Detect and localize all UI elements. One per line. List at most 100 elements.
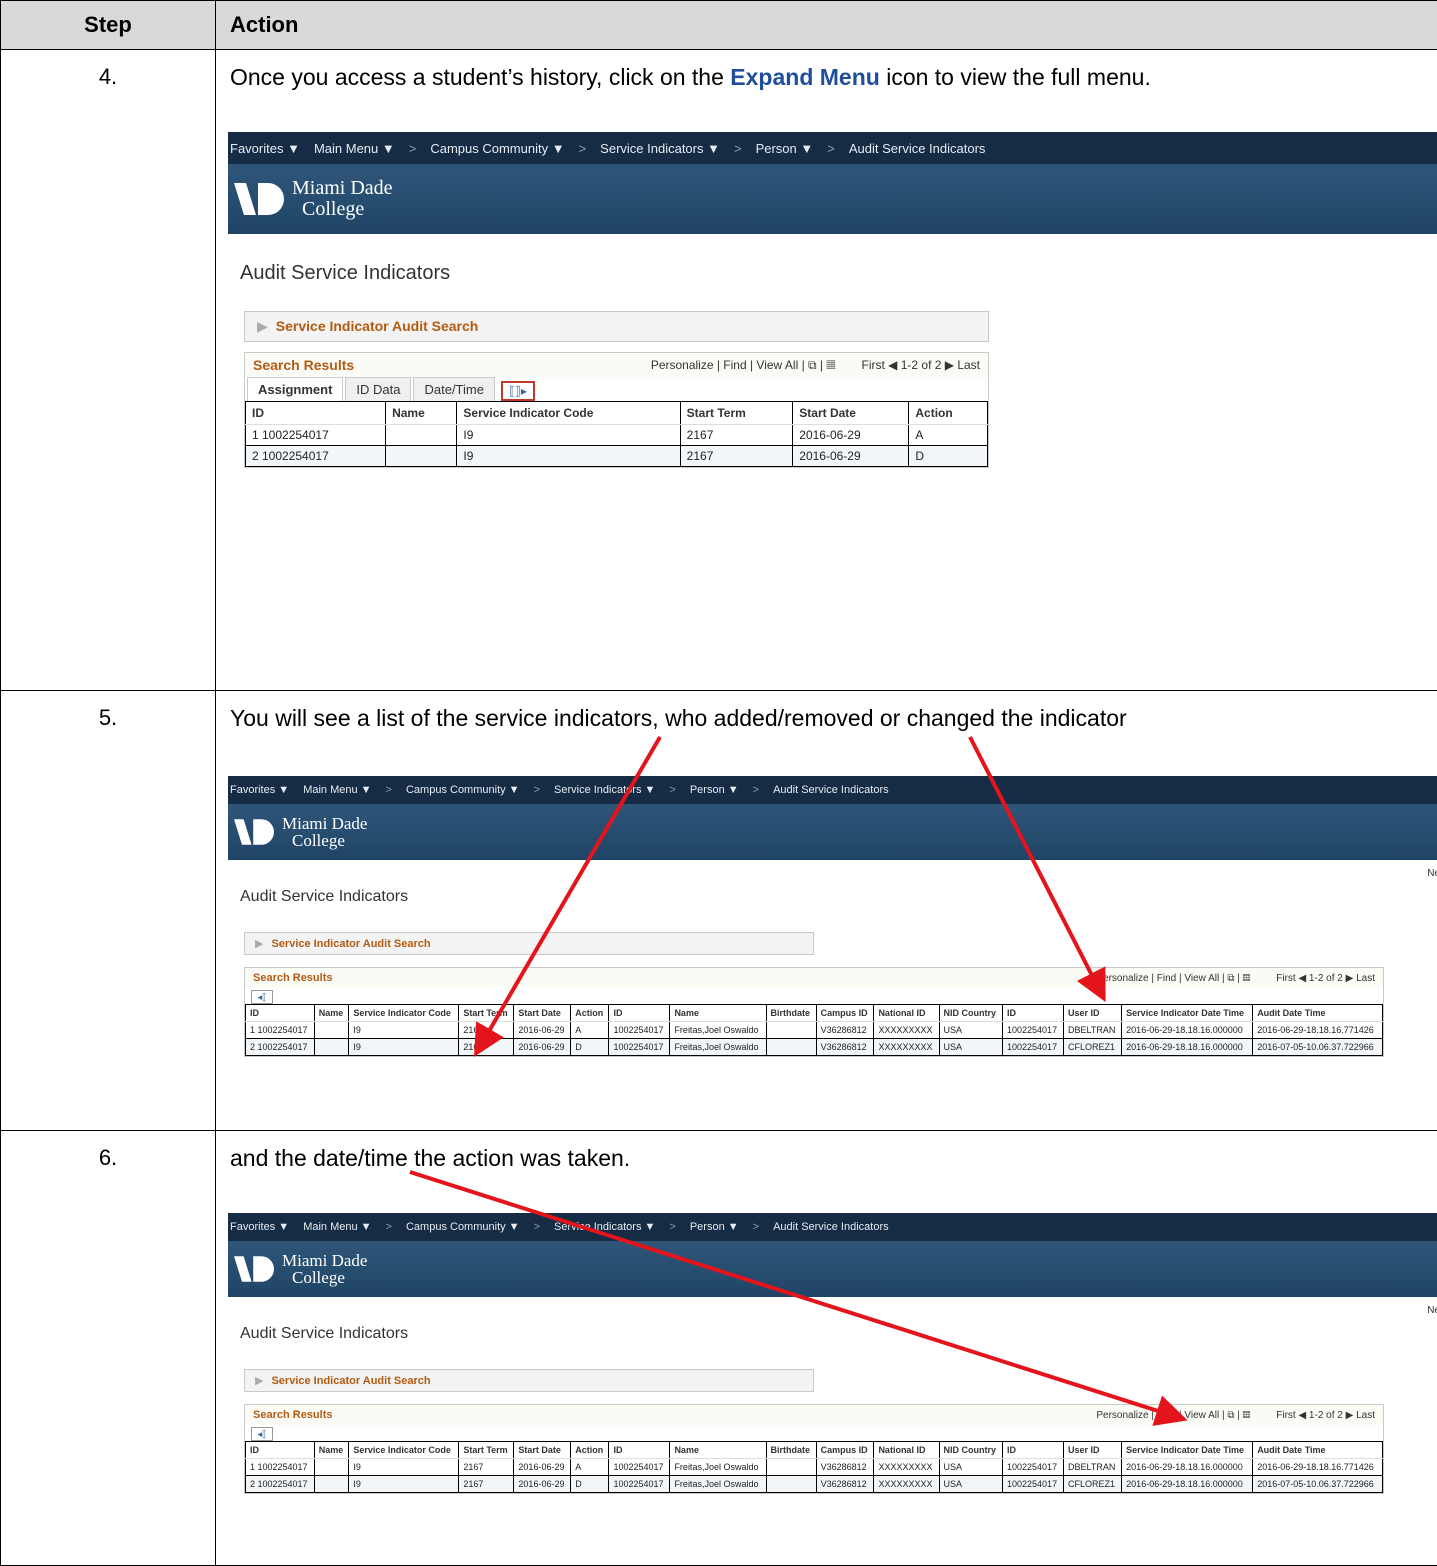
table-cell: 2016-06-29 bbox=[792, 445, 910, 467]
table-cell: Freitas,Joel Oswaldo bbox=[669, 1021, 767, 1039]
table-cell: V36286812 bbox=[815, 1021, 875, 1039]
table-cell: I9 bbox=[348, 1038, 460, 1056]
step-action: You will see a list of the service indic… bbox=[215, 690, 1437, 1131]
step-row-5: 5. You will see a list of the service in… bbox=[0, 690, 1437, 1131]
college-logo-text: Miami Dade College bbox=[292, 177, 393, 220]
table-cell: USA bbox=[938, 1038, 1004, 1056]
step-instruction: and the date/time the action was taken. bbox=[230, 1145, 631, 1171]
table-cell: 2 1002254017 bbox=[245, 1038, 315, 1056]
nav-crumb-audit[interactable]: Audit Service Indicators bbox=[773, 784, 889, 796]
grid-pager[interactable]: First ◀ 1-2 of 2 ▶ Last bbox=[1276, 973, 1375, 984]
nav-favorites[interactable]: Favorites ▼ bbox=[230, 784, 289, 796]
column-header: Start Date bbox=[513, 1004, 572, 1022]
column-header: Campus ID bbox=[815, 1004, 875, 1022]
column-header: Audit Date Time bbox=[1252, 1441, 1383, 1459]
table-cell: XXXXXXXXX bbox=[873, 1458, 940, 1476]
table-cell: 2016-06-29 bbox=[513, 1475, 572, 1493]
table-cell: I9 bbox=[348, 1475, 460, 1493]
nav-crumb-campus-community[interactable]: Campus Community ▼ bbox=[406, 784, 520, 796]
grid-links[interactable]: Personalize | Find | View All | ⧉ | ▦ bbox=[651, 358, 836, 372]
table-cell: 2016-06-29 bbox=[513, 1021, 572, 1039]
table-cell: 2167 bbox=[679, 445, 794, 467]
table-row[interactable]: 2 1002254017 I9 2167 2016-06-29 D 1002254017 F… bbox=[245, 1038, 1383, 1056]
grid-pager[interactable]: First ◀ 1-2 of 2 ▶ Last bbox=[862, 358, 981, 372]
table-row[interactable]: 1 1002254017 I9 2167 2016-06-29 A 1002254017 F… bbox=[245, 1458, 1383, 1476]
table-cell: V36286812 bbox=[815, 1458, 875, 1476]
nav-favorites[interactable]: Favorites ▼ bbox=[230, 141, 300, 156]
grid-links[interactable]: Personalize | Find | View All | ⧉ | ▦ bbox=[1096, 973, 1250, 984]
audit-search-panel[interactable]: ▶ Service Indicator Audit Search bbox=[244, 311, 989, 342]
table-cell: XXXXXXXXX bbox=[873, 1021, 940, 1039]
nav-crumb-campus-community[interactable]: Campus Community ▼ bbox=[430, 141, 564, 156]
nav-crumb-audit[interactable]: Audit Service Indicators bbox=[849, 141, 986, 156]
column-header: Audit Date Time bbox=[1252, 1004, 1383, 1022]
nav-main-menu[interactable]: Main Menu ▼ bbox=[314, 141, 395, 156]
table-cell: XXXXXXXXX bbox=[873, 1038, 940, 1056]
step-action: Once you access a student’s history, cli… bbox=[215, 49, 1437, 691]
column-header: Start Date bbox=[513, 1441, 572, 1459]
table-cell: 1002254017 bbox=[1002, 1038, 1064, 1056]
table-row[interactable]: 2 1002254017 I9 2167 2016-06-29 D bbox=[244, 445, 988, 467]
column-header: Birthdate bbox=[765, 1004, 817, 1022]
results-table: ID Name Service Indicator Code Start Term St… bbox=[244, 401, 988, 467]
table-cell: CFLOREZ1 bbox=[1062, 1038, 1123, 1056]
table-row[interactable]: 1 1002254017 I9 2167 2016-06-29 A 1002254017 F… bbox=[245, 1021, 1383, 1039]
nav-main-menu[interactable]: Main Menu ▼ bbox=[303, 784, 371, 796]
nav-crumb-person[interactable]: Person ▼ bbox=[690, 784, 739, 796]
screenshot-step-6: Favorites ▼ Main Menu ▼ > Campus Communi… bbox=[228, 1213, 1437, 1494]
tab-assignment[interactable]: Assignment bbox=[247, 377, 344, 401]
screenshot-step-4: Favorites ▼ Main Menu ▼ > Campus Communi… bbox=[228, 132, 1437, 468]
grid-pager[interactable]: First ◀ 1-2 of 2 ▶ Last bbox=[1276, 1410, 1375, 1421]
table-cell: 1002254017 bbox=[1002, 1475, 1064, 1493]
nav-crumb-audit[interactable]: Audit Service Indicators bbox=[773, 1221, 889, 1233]
column-header: Name bbox=[313, 1004, 350, 1022]
table-row[interactable]: 2 1002254017 I9 2167 2016-06-29 D 1002254017 F… bbox=[245, 1475, 1383, 1493]
nav-main-menu[interactable]: Main Menu ▼ bbox=[303, 1221, 371, 1233]
table-cell: 2016-06-29-18.18.16.000000 bbox=[1121, 1458, 1254, 1476]
table-cell: A bbox=[570, 1458, 610, 1476]
nav-crumb-service-indicators[interactable]: Service Indicators ▼ bbox=[600, 141, 720, 156]
tab-id-data[interactable]: ID Data bbox=[345, 377, 412, 401]
mdc-logo-icon bbox=[234, 183, 284, 215]
college-banner: Miami Dade College bbox=[228, 804, 1437, 860]
nav-crumb-person[interactable]: Person ▼ bbox=[756, 141, 814, 156]
column-header: Action bbox=[908, 401, 988, 425]
table-cell: D bbox=[570, 1038, 610, 1056]
nav-crumb-service-indicators[interactable]: Service Indicators ▼ bbox=[554, 784, 655, 796]
column-header: ID bbox=[1002, 1441, 1064, 1459]
column-header: Name bbox=[385, 401, 458, 425]
tab-date-time[interactable]: Date/Time bbox=[413, 377, 495, 401]
nav-crumb-person[interactable]: Person ▼ bbox=[690, 1221, 739, 1233]
table-cell: 2016-06-29-18.18.16.771426 bbox=[1252, 1458, 1383, 1476]
expand-menu-icon[interactable]: ⟦⟧▸ bbox=[500, 381, 535, 401]
audit-search-panel[interactable]: ▶ Service Indicator Audit Search bbox=[244, 1369, 814, 1392]
nav-favorites[interactable]: Favorites ▼ bbox=[230, 1221, 289, 1233]
column-header: Campus ID bbox=[815, 1441, 875, 1459]
table-cell: 1002254017 bbox=[1002, 1458, 1064, 1476]
collapse-menu-icon[interactable]: ◂⟦ bbox=[251, 1427, 273, 1441]
grid-links[interactable]: Personalize | Find | View All | ⧉ | ▦ bbox=[1096, 1410, 1250, 1421]
nav-crumb-service-indicators[interactable]: Service Indicators ▼ bbox=[554, 1221, 655, 1233]
table-row[interactable]: 1 1002254017 I9 2167 2016-06-29 A bbox=[244, 424, 988, 446]
table-cell: 1 1002254017 bbox=[244, 424, 387, 446]
table-cell: 1002254017 bbox=[1002, 1021, 1064, 1039]
column-header: NID Country bbox=[938, 1004, 1004, 1022]
page-title: Audit Service Indicators bbox=[240, 888, 409, 905]
table-cell bbox=[385, 424, 458, 446]
column-header: Service Indicator Code bbox=[348, 1004, 460, 1022]
column-header: NID Country bbox=[938, 1441, 1004, 1459]
nav-crumb-campus-community[interactable]: Campus Community ▼ bbox=[406, 1221, 520, 1233]
audit-search-panel[interactable]: ▶ Service Indicator Audit Search bbox=[244, 932, 814, 955]
table-cell: 2016-06-29-18.18.16.000000 bbox=[1121, 1038, 1254, 1056]
column-header: ID bbox=[608, 1441, 671, 1459]
column-header: National ID bbox=[873, 1441, 940, 1459]
collapse-menu-icon[interactable]: ◂⟦ bbox=[251, 990, 273, 1004]
table-cell: 2016-06-29 bbox=[792, 424, 910, 446]
column-header: ID bbox=[245, 1441, 315, 1459]
table-cell: 2167 bbox=[458, 1475, 515, 1493]
table-cell: Freitas,Joel Oswaldo bbox=[669, 1458, 767, 1476]
table-cell: D bbox=[908, 445, 988, 467]
table-cell: DBELTRAN bbox=[1062, 1458, 1123, 1476]
table-cell: 2016-06-29 bbox=[513, 1458, 572, 1476]
column-header: Name bbox=[669, 1441, 767, 1459]
